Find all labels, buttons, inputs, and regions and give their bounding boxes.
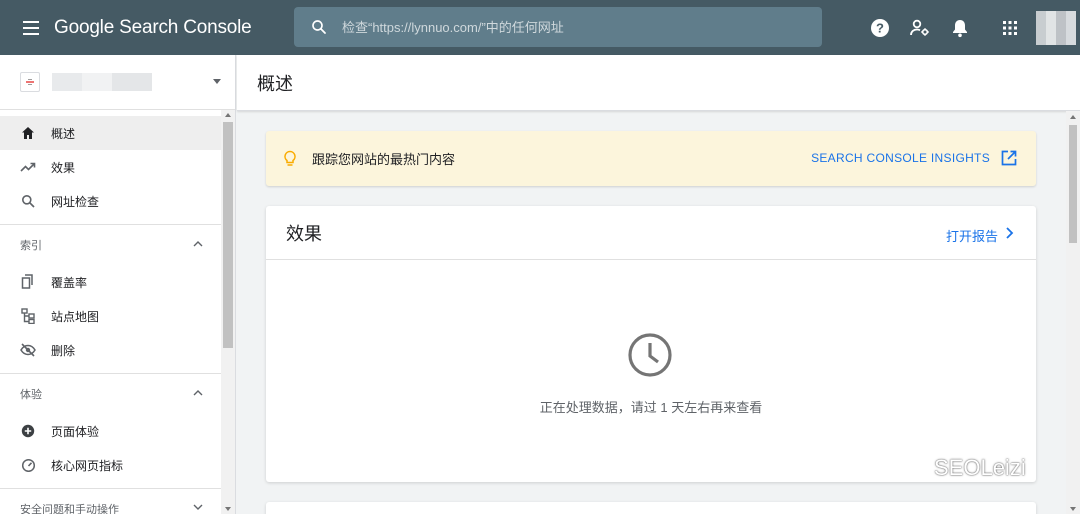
open-in-new-icon[interactable] — [1000, 149, 1018, 167]
section-header-experience[interactable]: 体验 — [0, 374, 235, 414]
svg-text:?: ? — [876, 20, 884, 35]
sidebar-item-label: 效果 — [51, 160, 76, 175]
sidebar-item-sitemaps[interactable]: 站点地图 — [0, 299, 235, 333]
trending-up-icon — [20, 159, 36, 175]
home-icon — [20, 125, 36, 141]
sidebar: 概述 效果 网址检查 索引 覆盖率 站点地图 删除 体验 页面体验 核心网页指标… — [0, 55, 236, 514]
property-icon — [20, 72, 40, 92]
wechat-icon — [895, 455, 926, 481]
chevron-down-icon — [193, 504, 203, 510]
insights-banner: 跟踪您网站的最热门内容 SEARCH CONSOLE INSIGHTS — [266, 131, 1036, 186]
sidebar-item-label: 核心网页指标 — [51, 458, 124, 473]
manage-users-icon[interactable] — [900, 8, 940, 48]
section-title: 安全问题和手动操作 — [20, 504, 119, 514]
sidebar-item-page-experience[interactable]: 页面体验 — [0, 414, 235, 448]
notifications-icon[interactable] — [940, 8, 980, 48]
sitemap-icon — [20, 308, 36, 324]
watermark: SEOLeizi — [894, 453, 1026, 483]
open-report-link[interactable]: 打开报告 — [946, 226, 998, 245]
speed-icon — [20, 457, 36, 473]
add-circle-icon — [20, 423, 36, 439]
insights-banner-text: 跟踪您网站的最热门内容 — [312, 152, 456, 167]
scroll-up-arrow-icon[interactable] — [225, 113, 231, 117]
search-input[interactable] — [342, 19, 802, 35]
visibility-off-icon — [20, 342, 36, 358]
url-inspection-search[interactable] — [294, 7, 822, 47]
search-icon — [312, 20, 326, 34]
chevron-up-icon — [193, 241, 203, 247]
sidebar-item-label: 站点地图 — [51, 309, 100, 324]
property-name-redacted — [52, 73, 152, 91]
card-header: 效果 打开报告 — [266, 206, 1036, 260]
app-logo[interactable]: Google Search Console — [54, 17, 252, 39]
sidebar-item-label: 网址检查 — [51, 194, 100, 209]
main-scrollbar[interactable] — [1066, 111, 1080, 514]
scrollbar-thumb[interactable] — [223, 122, 233, 348]
chevron-right-icon[interactable] — [1002, 225, 1016, 241]
next-card — [266, 502, 1036, 514]
hamburger-menu-icon[interactable] — [18, 15, 44, 41]
scrollbar-thumb[interactable] — [1069, 125, 1077, 243]
sidebar-item-core-web-vitals[interactable]: 核心网页指标 — [0, 448, 235, 482]
watermark-text: SEOLeizi — [934, 455, 1026, 480]
account-avatar[interactable] — [1036, 10, 1076, 45]
performance-card: 效果 打开报告 正在处理数据，请过 1 天左右再来查看 — [266, 206, 1036, 482]
sidebar-item-overview[interactable]: 概述 — [0, 116, 235, 150]
copy-icon — [20, 274, 36, 290]
help-icon[interactable]: ? — [860, 8, 900, 48]
sidebar-item-url-inspection[interactable]: 网址检查 — [0, 184, 235, 218]
dropdown-caret-icon — [213, 79, 221, 84]
sidebar-scrollbar[interactable] — [221, 110, 235, 514]
page-title: 概述 — [257, 73, 293, 94]
scroll-up-arrow-icon[interactable] — [1070, 115, 1076, 119]
section-header-index[interactable]: 索引 — [0, 225, 235, 265]
sidebar-item-label: 概述 — [51, 126, 76, 141]
card-title: 效果 — [286, 223, 322, 244]
sidebar-item-label: 删除 — [51, 343, 76, 358]
page-header: 概述 — [237, 55, 1080, 111]
sidebar-item-label: 页面体验 — [51, 424, 100, 439]
sidebar-item-coverage[interactable]: 覆盖率 — [0, 265, 235, 299]
section-title: 索引 — [20, 240, 42, 252]
search-icon — [20, 193, 36, 209]
sidebar-item-performance[interactable]: 效果 — [0, 150, 235, 184]
scroll-down-arrow-icon[interactable] — [225, 507, 231, 511]
section-title: 体验 — [20, 389, 42, 401]
lightbulb-icon — [284, 150, 296, 166]
sidebar-item-label: 覆盖率 — [51, 275, 88, 290]
processing-message: 正在处理数据，请过 1 天左右再来查看 — [539, 400, 763, 415]
top-actions: ? — [860, 0, 1080, 55]
clock-icon — [628, 333, 672, 377]
search-console-insights-link[interactable]: SEARCH CONSOLE INSIGHTS — [811, 151, 990, 165]
top-app-bar: Google Search Console ? — [0, 0, 1080, 55]
scroll-down-arrow-icon[interactable] — [1070, 507, 1076, 511]
sidebar-item-removals[interactable]: 删除 — [0, 333, 235, 367]
property-selector[interactable] — [0, 55, 235, 110]
apps-grid-icon[interactable] — [990, 8, 1030, 48]
section-header-security[interactable]: 安全问题和手动操作 — [0, 489, 235, 514]
chevron-up-icon — [193, 390, 203, 396]
